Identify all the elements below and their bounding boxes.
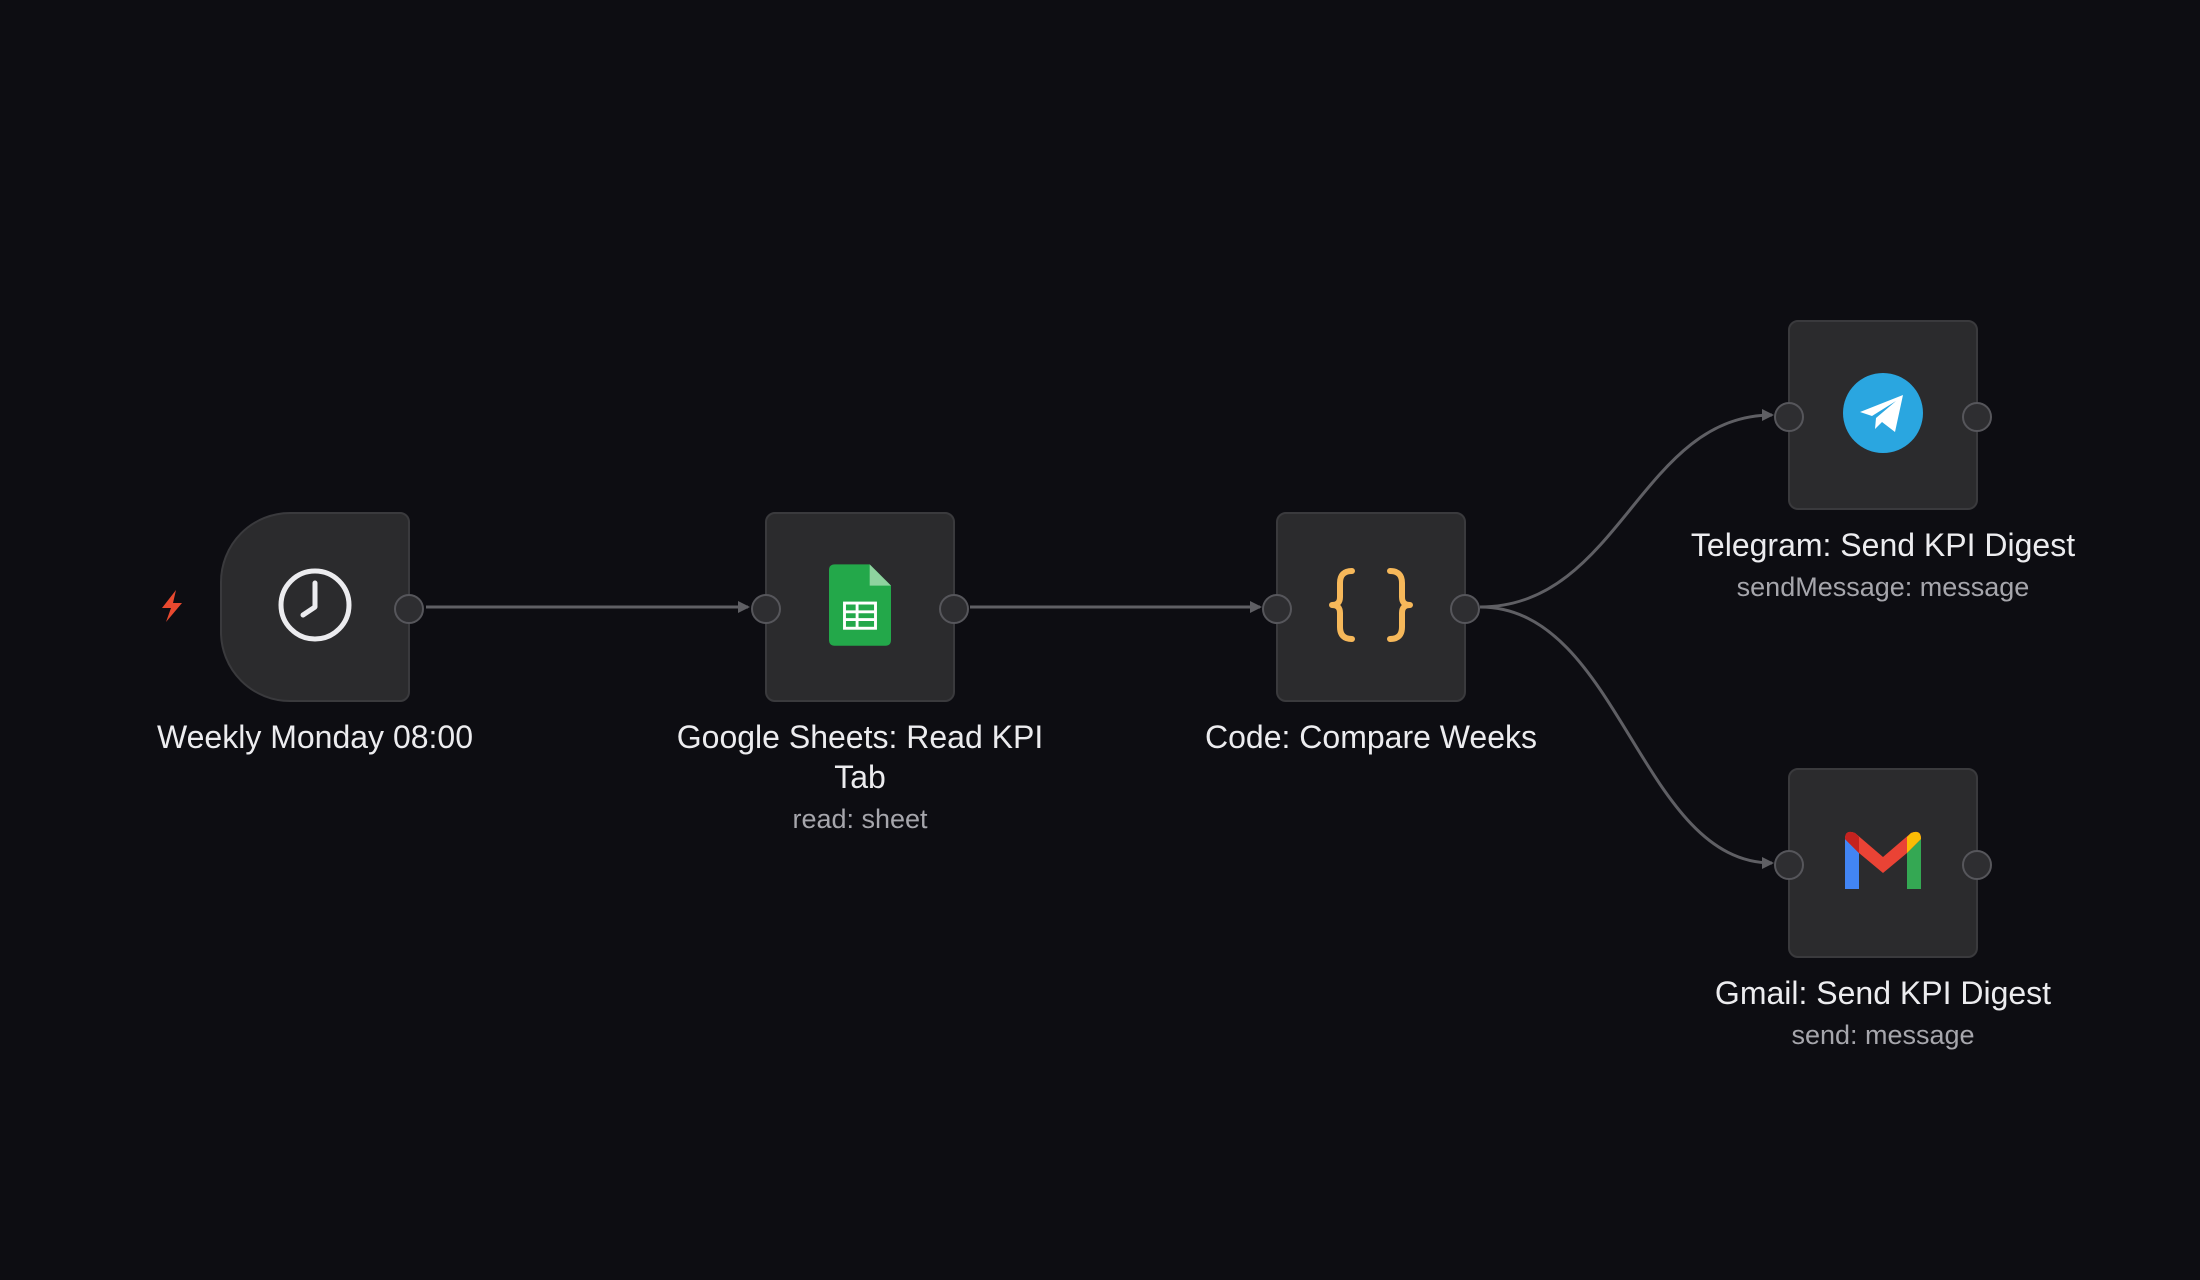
node-title: Weekly Monday 08:00 [156,719,474,755]
node-google-sheets[interactable] [751,512,969,702]
input-handle[interactable] [751,594,781,624]
node-label: Google Sheets: Read KPI Tab read: sheet [660,717,1060,841]
output-handle[interactable] [1962,402,1992,432]
node-weekly-trigger[interactable] [220,512,424,702]
node-label: Code: Compare Weeks [1171,717,1571,757]
input-handle[interactable] [1774,402,1804,432]
output-handle[interactable] [1962,850,1992,880]
node-gmail[interactable] [1774,768,1992,958]
node-title: Telegram: Send KPI Digest [1690,527,2076,563]
node-title: Gmail: Send KPI Digest [1714,975,2052,1011]
google-sheets-icon [829,563,891,651]
clock-icon [275,565,355,650]
node-subtitle: send: message [1791,1020,1975,1050]
node-label: Weekly Monday 08:00 [115,717,515,757]
code-braces-icon [1326,565,1416,650]
gmail-icon [1841,829,1925,898]
telegram-icon [1843,372,1923,458]
node-subtitle: read: sheet [792,804,928,834]
output-handle[interactable] [394,594,424,624]
node-subtitle: sendMessage: message [1736,572,2030,602]
node-telegram[interactable] [1774,320,1992,510]
output-handle[interactable] [939,594,969,624]
input-handle[interactable] [1262,594,1292,624]
node-title: Google Sheets: Read KPI Tab [676,719,1044,795]
workflow-canvas[interactable]: Weekly Monday 08:00 Google Sheets: Read … [0,0,2200,1280]
trigger-bolt-icon [152,586,192,626]
node-title: Code: Compare Weeks [1205,719,1537,755]
node-label: Telegram: Send KPI Digest sendMessage: m… [1683,525,2083,609]
node-code[interactable] [1262,512,1480,702]
output-handle[interactable] [1450,594,1480,624]
node-label: Gmail: Send KPI Digest send: message [1683,973,2083,1057]
input-handle[interactable] [1774,850,1804,880]
